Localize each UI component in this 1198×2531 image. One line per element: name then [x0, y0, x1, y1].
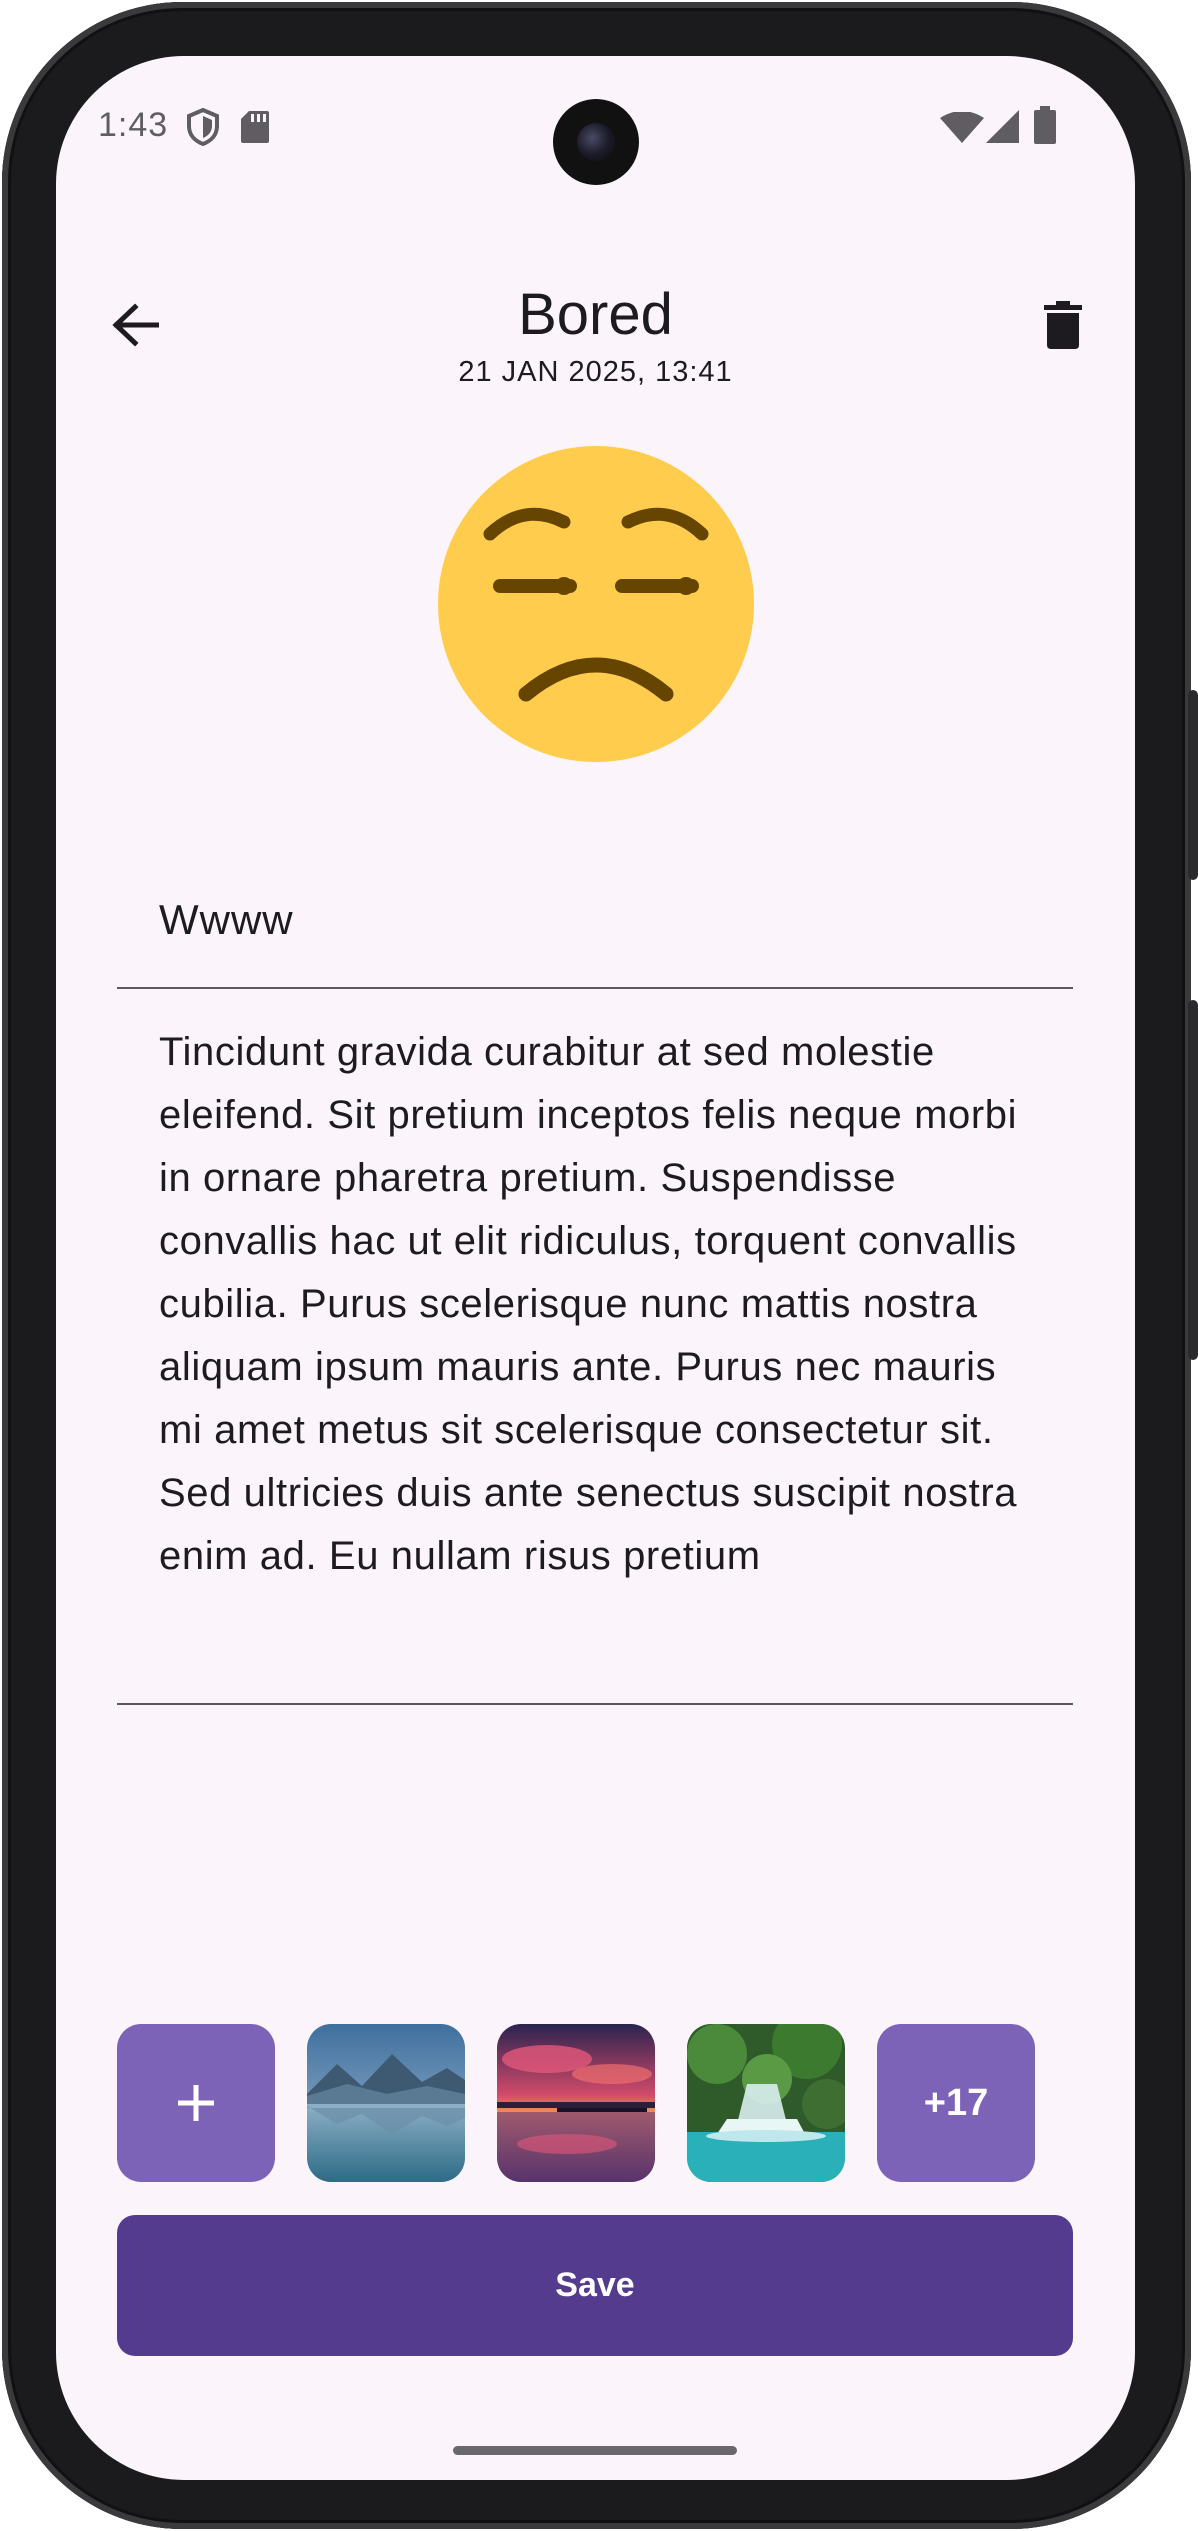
save-button[interactable]: Save — [117, 2215, 1073, 2356]
add-photo-button[interactable] — [117, 2024, 275, 2182]
volume-button — [1188, 1000, 1198, 1360]
more-photos-count: +17 — [923, 2081, 989, 2124]
entry-body-field[interactable]: Tincidunt gravida curabitur at sed moles… — [117, 987, 1073, 1705]
entry-title-field[interactable]: Wwww — [117, 856, 1073, 989]
power-button — [1188, 690, 1198, 880]
plus-icon — [178, 2085, 214, 2121]
shield-icon — [187, 108, 219, 146]
bored-face-emoji[interactable] — [438, 446, 754, 762]
more-photos-button[interactable]: +17 — [877, 2024, 1035, 2182]
entry-body-value: Tincidunt gravida curabitur at sed moles… — [159, 1030, 1018, 1578]
battery-icon — [1034, 106, 1056, 144]
cellular-signal-icon — [986, 110, 1019, 143]
entry-timestamp: 21 JAN 2025, 13:41 — [458, 356, 733, 388]
app-screen: 1:43 Bored 21 JAN 2025, 13:41 Wwww Tinci… — [56, 56, 1135, 2480]
status-bar: 1:43 — [56, 56, 1135, 196]
trash-icon — [1044, 301, 1082, 349]
status-time: 1:43 — [98, 106, 169, 144]
sunset-pier-image[interactable] — [497, 2024, 655, 2182]
page-title: Bored — [518, 282, 673, 347]
waterfall-image[interactable] — [687, 2024, 845, 2182]
top-app-bar: Bored 21 JAN 2025, 13:41 — [56, 231, 1135, 411]
delete-button[interactable] — [1026, 288, 1100, 362]
sd-card-icon — [241, 111, 269, 143]
wifi-icon — [940, 112, 984, 143]
entry-title-value: Wwww — [159, 896, 294, 943]
save-button-label: Save — [555, 2266, 635, 2304]
mountain-lake-image[interactable] — [307, 2024, 465, 2182]
front-camera — [553, 99, 639, 185]
home-indicator[interactable] — [453, 2446, 737, 2455]
